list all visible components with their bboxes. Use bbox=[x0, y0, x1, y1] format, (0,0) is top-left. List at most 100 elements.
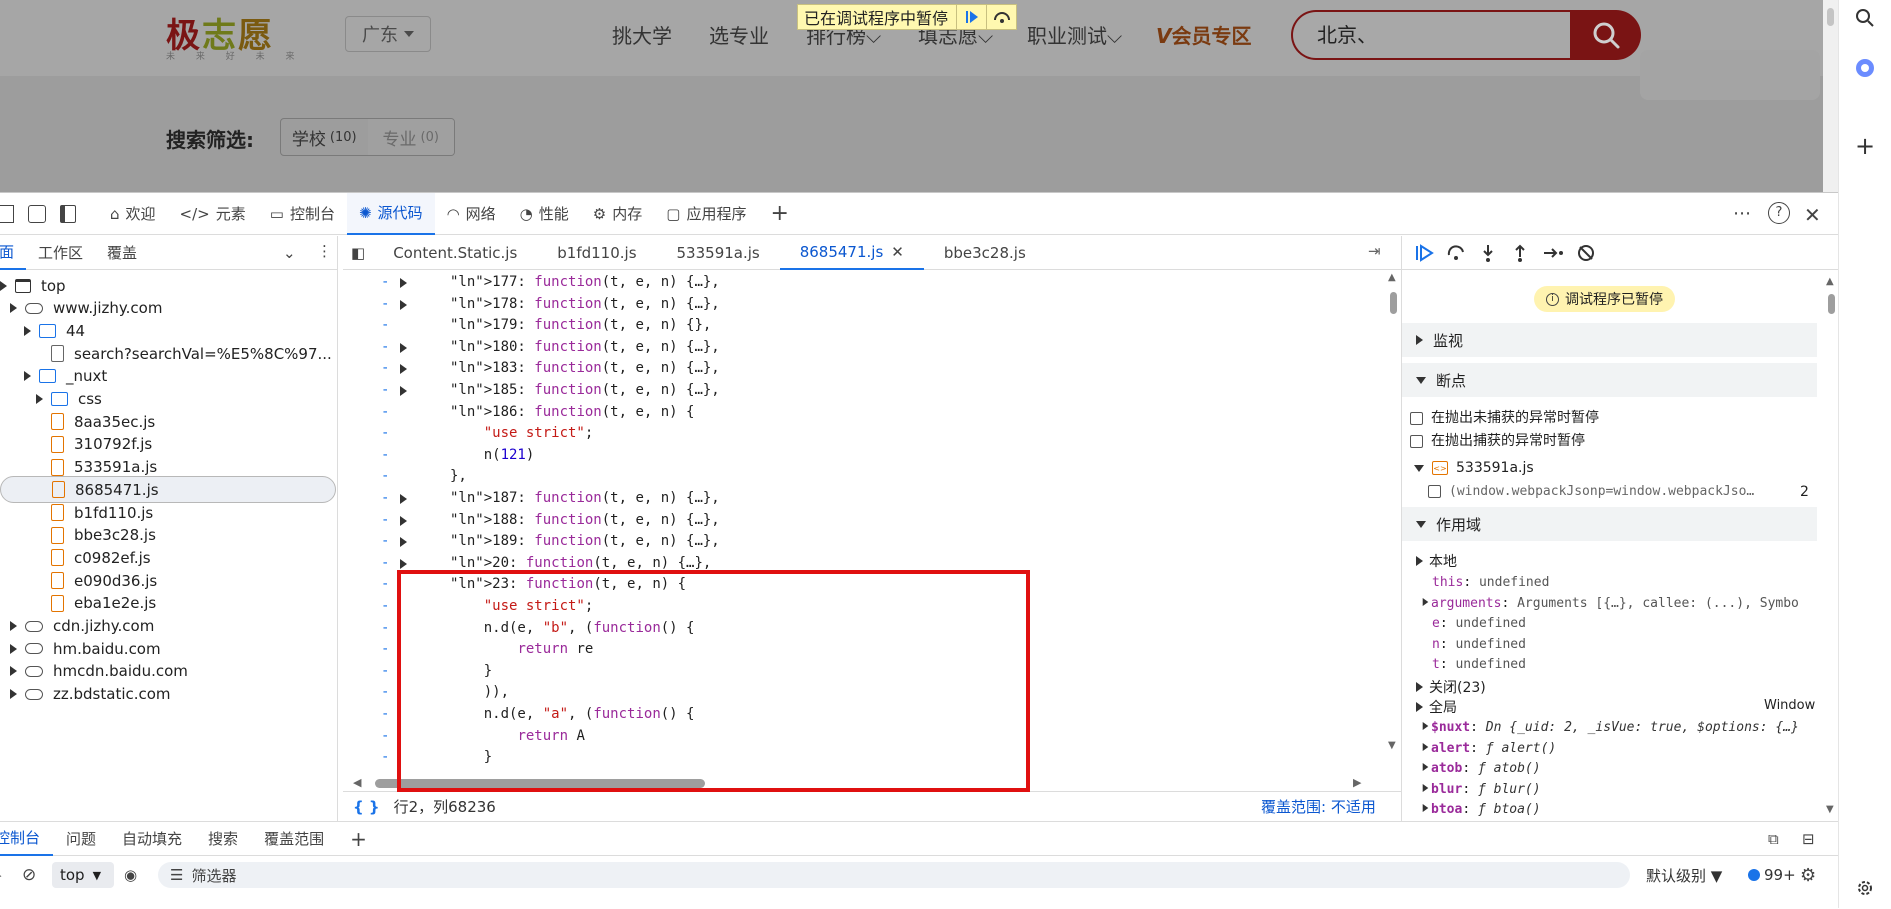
sidebar-toggle-icon[interactable]: ▸ bbox=[0, 866, 2, 884]
file-tab-533591a[interactable]: 533591a.js bbox=[657, 236, 780, 270]
help-icon[interactable]: ? bbox=[1768, 202, 1790, 224]
deactivate-breakpoints-icon[interactable] bbox=[1576, 243, 1596, 263]
drawer-add-tab[interactable]: + bbox=[337, 822, 380, 856]
code-line[interactable]: - "ln">187: function(t, e, n) {…}, bbox=[343, 488, 1391, 509]
pause-uncaught-checkbox[interactable] bbox=[1410, 411, 1423, 425]
context-select[interactable]: top ▼ bbox=[52, 862, 114, 888]
code-line[interactable]: - n(121) bbox=[343, 445, 1391, 466]
global-var-row[interactable]: $nuxt: Dn {_uid: 2, _isVue: true, $optio… bbox=[1422, 720, 1799, 735]
code-line[interactable]: - "ln">188: function(t, e, n) {…}, bbox=[343, 510, 1391, 531]
panel-scroll-thumb[interactable] bbox=[1828, 294, 1835, 314]
section-breakpoints[interactable]: 断点 bbox=[1402, 363, 1817, 397]
rail-copilot-button[interactable] bbox=[1853, 56, 1877, 80]
scope-var-row[interactable]: n: undefined bbox=[1432, 637, 1526, 652]
tab-overrides[interactable]: 覆盖 bbox=[95, 236, 149, 270]
issues-counter[interactable]: 99+ bbox=[1748, 866, 1796, 884]
drawer-tab-coverage[interactable]: 覆盖范围 bbox=[251, 822, 337, 856]
site-search-button[interactable] bbox=[1570, 10, 1641, 60]
scope-var-row[interactable]: t: undefined bbox=[1432, 657, 1526, 672]
panel-scroll-down[interactable]: ▼ bbox=[1826, 804, 1834, 815]
code-line[interactable]: - "use strict"; bbox=[343, 423, 1391, 444]
resume-icon[interactable] bbox=[1414, 243, 1434, 263]
tab-sources[interactable]: ✺ 源代码 bbox=[346, 192, 435, 235]
scope-global[interactable]: 全局 bbox=[1416, 697, 1457, 717]
tab-console[interactable]: ▭ 控制台 bbox=[258, 193, 347, 235]
collapsed-arrow-icon[interactable] bbox=[10, 621, 17, 631]
debugger-toggle-icon[interactable]: ⇥ bbox=[1368, 242, 1381, 260]
code-line[interactable]: -}, bbox=[343, 466, 1391, 487]
code-line[interactable]: - "ln">177: function(t, e, n) {…}, bbox=[343, 272, 1391, 293]
eye-icon[interactable]: ◉ bbox=[124, 866, 137, 884]
chevron-down-icon[interactable]: ⌄ bbox=[283, 244, 296, 262]
fold-arrow-icon[interactable] bbox=[400, 558, 407, 569]
page-scrollbar[interactable] bbox=[1823, 0, 1838, 192]
drawer-tab-issues[interactable]: 问题 bbox=[53, 822, 109, 856]
nav-career-test[interactable]: 职业测试⌵ bbox=[1027, 20, 1122, 49]
log-level-select[interactable]: 默认级别 ▼ bbox=[1646, 865, 1722, 886]
fold-arrow-icon[interactable] bbox=[400, 494, 407, 504]
breakpoint-entry[interactable]: (window.webpackJsonp=window.webpackJso… bbox=[1428, 484, 1754, 499]
scope-var-row[interactable]: arguments: Arguments [{…}, callee: (...)… bbox=[1422, 596, 1799, 611]
drawer-tab-search[interactable]: 搜索 bbox=[195, 822, 251, 856]
tab-application[interactable]: ▢ 应用程序 bbox=[654, 193, 758, 235]
pause-caught-option[interactable]: 在抛出捕获的异常时暂停 bbox=[1410, 430, 1585, 450]
breakpoint-checkbox[interactable] bbox=[1428, 485, 1441, 498]
code-line[interactable]: - "ln">179: function(t, e, n) {}, bbox=[343, 315, 1391, 336]
collapsed-arrow-icon[interactable] bbox=[10, 689, 17, 700]
resume-button[interactable] bbox=[956, 5, 986, 29]
dock-icon[interactable]: ⊟ bbox=[1802, 830, 1815, 848]
device-toggle-icon[interactable] bbox=[28, 204, 46, 223]
nav-vip[interactable]: V会员专区 bbox=[1156, 20, 1251, 49]
nav-choose-university[interactable]: 挑大学 bbox=[612, 20, 672, 49]
expand-arrow-icon[interactable] bbox=[0, 280, 7, 291]
expand-arrow-icon[interactable] bbox=[10, 303, 17, 314]
tab-elements[interactable]: </> 元素 bbox=[168, 193, 258, 235]
step-over-button[interactable] bbox=[986, 5, 1016, 29]
page-scrollbar-thumb[interactable] bbox=[1827, 8, 1834, 26]
fold-arrow-icon[interactable] bbox=[400, 515, 407, 526]
nav-choose-major[interactable]: 选专业 bbox=[709, 20, 769, 49]
tab-network[interactable]: ◠ 网络 bbox=[435, 193, 508, 235]
expand-arrow-icon[interactable] bbox=[24, 371, 31, 382]
fold-arrow-icon[interactable] bbox=[400, 364, 407, 375]
fold-arrow-icon[interactable] bbox=[400, 537, 407, 548]
drawer-tab-autofill[interactable]: 自动填充 bbox=[109, 822, 195, 856]
collapsed-arrow-icon[interactable] bbox=[10, 666, 17, 677]
more-options-icon[interactable]: ⋯ bbox=[1733, 203, 1751, 224]
section-watch[interactable]: 监视 bbox=[1402, 323, 1817, 357]
close-icon[interactable]: ✕ bbox=[1804, 203, 1821, 227]
file-tab-bbe3c28[interactable]: bbe3c28.js bbox=[924, 236, 1046, 270]
tab-workspace[interactable]: 工作区 bbox=[26, 236, 95, 270]
inspect-icon[interactable] bbox=[0, 204, 14, 223]
coverage-status[interactable]: 覆盖范围: 不适用 bbox=[1261, 796, 1376, 817]
sidebar-toggle-icon[interactable] bbox=[60, 204, 76, 223]
drawer-tab-console[interactable]: 控制台 bbox=[0, 822, 54, 856]
step-over-icon[interactable] bbox=[1446, 243, 1466, 263]
global-var-row[interactable]: btoa: ƒ btoa() bbox=[1422, 802, 1541, 817]
filter-tab-school[interactable]: 学校 (10) bbox=[281, 119, 368, 155]
scope-local[interactable]: 本地 bbox=[1416, 551, 1457, 571]
tab-performance[interactable]: ◔ 性能 bbox=[508, 193, 581, 235]
section-scope[interactable]: 作用域 bbox=[1402, 507, 1817, 541]
tab-memory[interactable]: ⚙ 内存 bbox=[581, 193, 654, 235]
scope-closure[interactable]: 关闭(23) bbox=[1416, 677, 1486, 697]
code-line[interactable]: - "ln">180: function(t, e, n) {…}, bbox=[343, 337, 1391, 358]
step-into-icon[interactable] bbox=[1478, 243, 1498, 263]
console-filter-input[interactable]: ☰ 筛选器 bbox=[158, 862, 1630, 888]
tab-page[interactable]: 页面 bbox=[0, 236, 27, 270]
fold-arrow-icon[interactable] bbox=[400, 342, 407, 353]
breakpoint-file[interactable]: <> 533591a.js bbox=[1414, 460, 1534, 476]
filter-tab-major[interactable]: 专业 (0) bbox=[367, 119, 454, 155]
code-line[interactable]: - "ln">178: function(t, e, n) {…}, bbox=[343, 294, 1391, 315]
add-tab-button[interactable]: + bbox=[758, 193, 800, 235]
pause-uncaught-option[interactable]: 在抛出未捕获的异常时暂停 bbox=[1410, 407, 1599, 427]
more-vertical-icon[interactable]: ⋮ bbox=[317, 242, 332, 260]
gear-icon[interactable]: ⚙ bbox=[1800, 865, 1816, 886]
code-line[interactable]: - "ln">183: function(t, e, n) {…}, bbox=[343, 358, 1391, 379]
code-line[interactable]: - "ln">185: function(t, e, n) {…}, bbox=[343, 380, 1391, 401]
tab-welcome[interactable]: ⌂ 欢迎 bbox=[98, 193, 168, 235]
pretty-print-icon[interactable]: { } bbox=[353, 798, 380, 816]
global-var-row[interactable]: alert: ƒ alert() bbox=[1422, 741, 1556, 756]
collapsed-arrow-icon[interactable] bbox=[10, 643, 17, 654]
editor-vertical-scrollbar[interactable]: ▲ ▼ bbox=[1386, 272, 1400, 772]
